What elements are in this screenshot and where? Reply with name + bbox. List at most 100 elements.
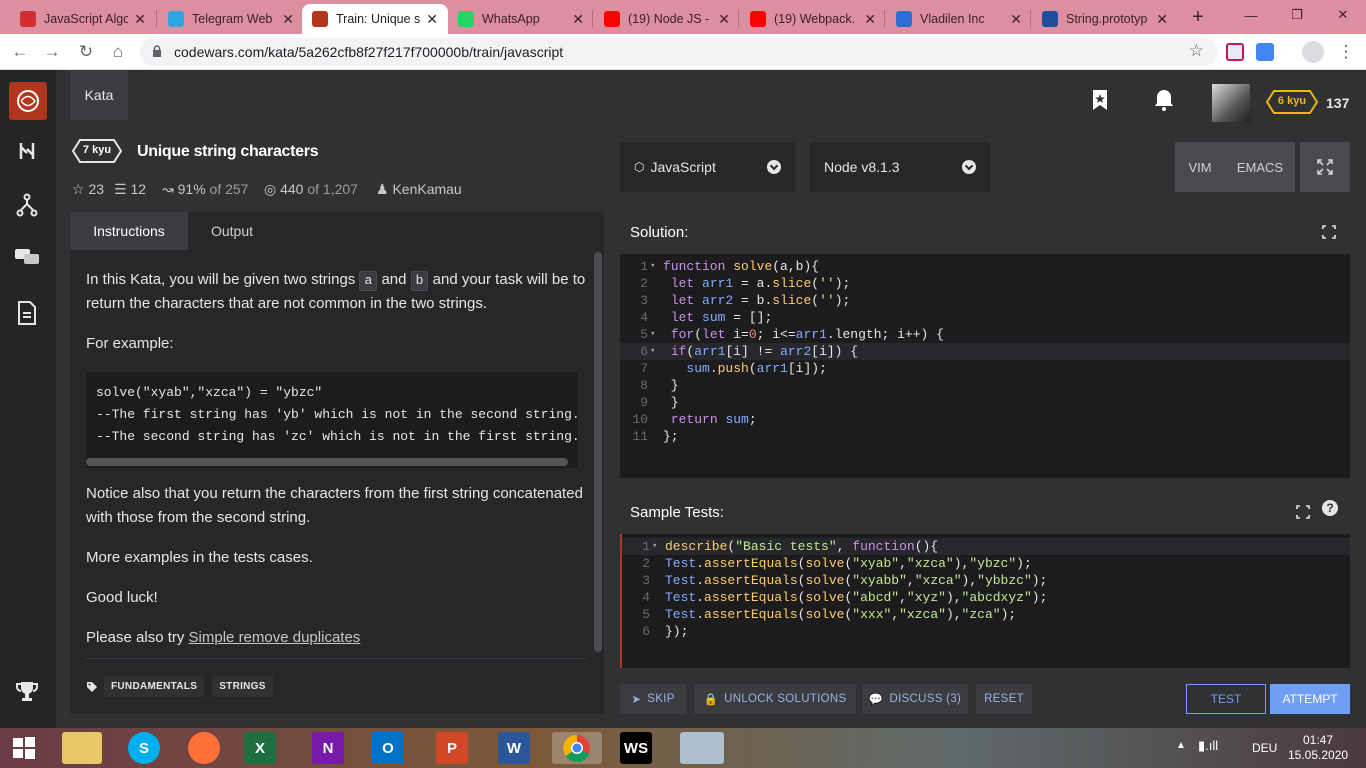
discuss-button[interactable]: 💬 DISCUSS (3)	[862, 684, 968, 714]
close-tab-icon[interactable]: ✕	[864, 11, 876, 28]
codewars-logo-icon[interactable]	[9, 82, 47, 120]
discuss-icon[interactable]	[12, 242, 42, 272]
instructions-scrollbar[interactable]	[594, 252, 602, 652]
browser-tab[interactable]: JavaScript Algo ✕	[10, 4, 156, 34]
browser-tab[interactable]: Train: Unique st ✕	[302, 4, 448, 34]
onenote-icon[interactable]: N	[312, 732, 344, 764]
kata-nav-tab[interactable]: Kata	[70, 70, 128, 120]
code-line[interactable]: 4 let sum = [];	[620, 309, 1350, 326]
user-avatar[interactable]	[1212, 84, 1250, 122]
notifications-bell-icon[interactable]	[1152, 88, 1176, 112]
language-select[interactable]: ⬡ JavaScript	[620, 142, 795, 192]
code-line[interactable]: 9 }	[620, 394, 1350, 411]
minimize-button[interactable]: —	[1228, 0, 1274, 30]
browser-tab[interactable]: String.prototyp ✕	[1032, 4, 1178, 34]
close-tab-icon[interactable]: ✕	[282, 11, 294, 28]
fold-arrow-icon[interactable]: ▾	[650, 326, 655, 343]
restore-button[interactable]: ❐	[1274, 0, 1320, 30]
home-icon[interactable]: ⌂	[106, 40, 130, 64]
code-line[interactable]: 1 ▾ describe("Basic tests", function(){	[622, 538, 1350, 555]
solution-editor[interactable]: 1 ▾ function solve(a,b){2 let arr1 = a.sli…	[620, 254, 1350, 478]
fold-arrow-icon[interactable]: ▾	[650, 258, 655, 275]
browser-tab[interactable]: WhatsApp ✕	[448, 4, 594, 34]
tag-strings[interactable]: STRINGS	[212, 676, 273, 697]
browser-tab[interactable]: (19) Webpack. ✕	[740, 4, 886, 34]
practice-icon[interactable]	[12, 136, 42, 166]
tab-instructions[interactable]: Instructions	[70, 212, 188, 250]
bookmark-icon[interactable]	[1088, 88, 1112, 112]
code-line[interactable]: 10 return sum;	[620, 411, 1350, 428]
emacs-mode-button[interactable]: EMACS	[1225, 142, 1295, 192]
close-tab-icon[interactable]: ✕	[426, 11, 438, 28]
keyboard-language[interactable]: DEU	[1252, 741, 1277, 755]
fullscreen-button[interactable]	[1300, 142, 1350, 192]
fold-arrow-icon[interactable]: ▾	[650, 343, 655, 360]
windows-start-icon[interactable]	[8, 732, 40, 764]
related-kata-link[interactable]: Simple remove duplicates	[189, 629, 361, 646]
code-line[interactable]: 2 Test.assertEquals(solve("xyab","xzca"),…	[622, 555, 1350, 572]
close-window-button[interactable]: ✕	[1320, 0, 1366, 30]
collections-stat[interactable]: ☰ 12	[114, 181, 146, 198]
taskbar-clock[interactable]: 01:47 15.05.2020	[1288, 733, 1348, 763]
translate-extension-icon[interactable]	[1256, 43, 1274, 61]
code-line[interactable]: 11};	[620, 428, 1350, 445]
attempt-button[interactable]: ATTEMPT	[1270, 684, 1350, 714]
expand-icon[interactable]	[1296, 505, 1310, 519]
forward-icon[interactable]: →	[40, 40, 64, 64]
code-line[interactable]: 5 ▾ for(let i=0; i<=arr1.length; i++) {	[620, 326, 1350, 343]
extension-shield-icon[interactable]	[1226, 43, 1244, 61]
address-bar[interactable]: codewars.com/kata/5a262cfb8f27f217f70000…	[140, 38, 1218, 66]
close-tab-icon[interactable]: ✕	[1010, 11, 1022, 28]
code-line[interactable]: 3 Test.assertEquals(solve("xyabb","xzca")…	[622, 572, 1350, 589]
code-line[interactable]: 4 Test.assertEquals(solve("abcd","xyz"),"…	[622, 589, 1350, 606]
help-icon[interactable]: ?	[1322, 500, 1338, 516]
tag-fundamentals[interactable]: FUNDAMENTALS	[104, 676, 205, 697]
vim-mode-button[interactable]: VIM	[1175, 142, 1225, 192]
back-icon[interactable]: ←	[8, 40, 32, 64]
close-tab-icon[interactable]: ✕	[1156, 11, 1168, 28]
powerpoint-icon[interactable]: P	[436, 732, 468, 764]
code-line[interactable]: 7 sum.push(arr1[i]);	[620, 360, 1350, 377]
close-tab-icon[interactable]: ✕	[572, 11, 584, 28]
author-stat[interactable]: ♟ KenKamau	[376, 181, 462, 198]
firefox-icon[interactable]	[188, 732, 220, 764]
browser-tab[interactable]: Vladilen Inc ✕	[886, 4, 1032, 34]
bookmark-star-icon[interactable]: ☆	[1189, 41, 1204, 61]
sample-tests-editor[interactable]: 1 ▾ describe("Basic tests", function(){2 Te…	[620, 534, 1350, 668]
webstorm-icon[interactable]: WS	[620, 732, 652, 764]
code-line[interactable]: 6});	[622, 623, 1350, 640]
code-line[interactable]: 3 let arr2 = b.slice('');	[620, 292, 1350, 309]
tray-expand-icon[interactable]: ▲	[1176, 740, 1186, 751]
file-explorer-icon[interactable]	[62, 732, 102, 764]
code-line[interactable]: 6 ▾ if(arr1[i] != arr2[i]) {	[620, 343, 1350, 360]
word-icon[interactable]: W	[498, 732, 530, 764]
skype-icon[interactable]: S	[128, 732, 160, 764]
reset-button[interactable]: RESET	[976, 684, 1032, 714]
version-select[interactable]: Node v8.1.3	[810, 142, 990, 192]
test-button[interactable]: TEST	[1186, 684, 1266, 714]
docs-icon[interactable]	[12, 298, 42, 328]
chrome-icon[interactable]	[552, 732, 602, 764]
skip-button[interactable]: ➤ SKIP	[620, 684, 686, 714]
close-tab-icon[interactable]: ✕	[718, 11, 730, 28]
excel-icon[interactable]: X	[244, 732, 276, 764]
new-tab-button[interactable]: +	[1186, 5, 1210, 29]
code-line[interactable]: 2 let arr1 = a.slice('');	[620, 275, 1350, 292]
fold-arrow-icon[interactable]: ▾	[652, 538, 657, 555]
leaderboard-trophy-icon[interactable]	[12, 676, 42, 706]
unlock-solutions-button[interactable]: 🔒 UNLOCK SOLUTIONS	[694, 684, 856, 714]
reload-icon[interactable]: ↻	[74, 40, 98, 64]
tab-output[interactable]: Output	[188, 212, 276, 250]
code-horizontal-scrollbar[interactable]	[86, 458, 568, 466]
fork-icon[interactable]	[12, 190, 42, 220]
code-line[interactable]: 5 Test.assertEquals(solve("xxx","xzca"),"…	[622, 606, 1350, 623]
network-icon[interactable]: ▮.ıll	[1198, 738, 1218, 754]
notepad-icon[interactable]	[680, 732, 724, 764]
outlook-icon[interactable]: O	[372, 732, 404, 764]
close-tab-icon[interactable]: ✕	[134, 11, 146, 28]
menu-dots-icon[interactable]: ⋮	[1334, 40, 1358, 64]
profile-avatar-icon[interactable]	[1302, 41, 1324, 63]
browser-tab[interactable]: Telegram Web ✕	[158, 4, 304, 34]
stars-stat[interactable]: ☆ 23	[72, 181, 104, 198]
code-line[interactable]: 1 ▾ function solve(a,b){	[620, 258, 1350, 275]
